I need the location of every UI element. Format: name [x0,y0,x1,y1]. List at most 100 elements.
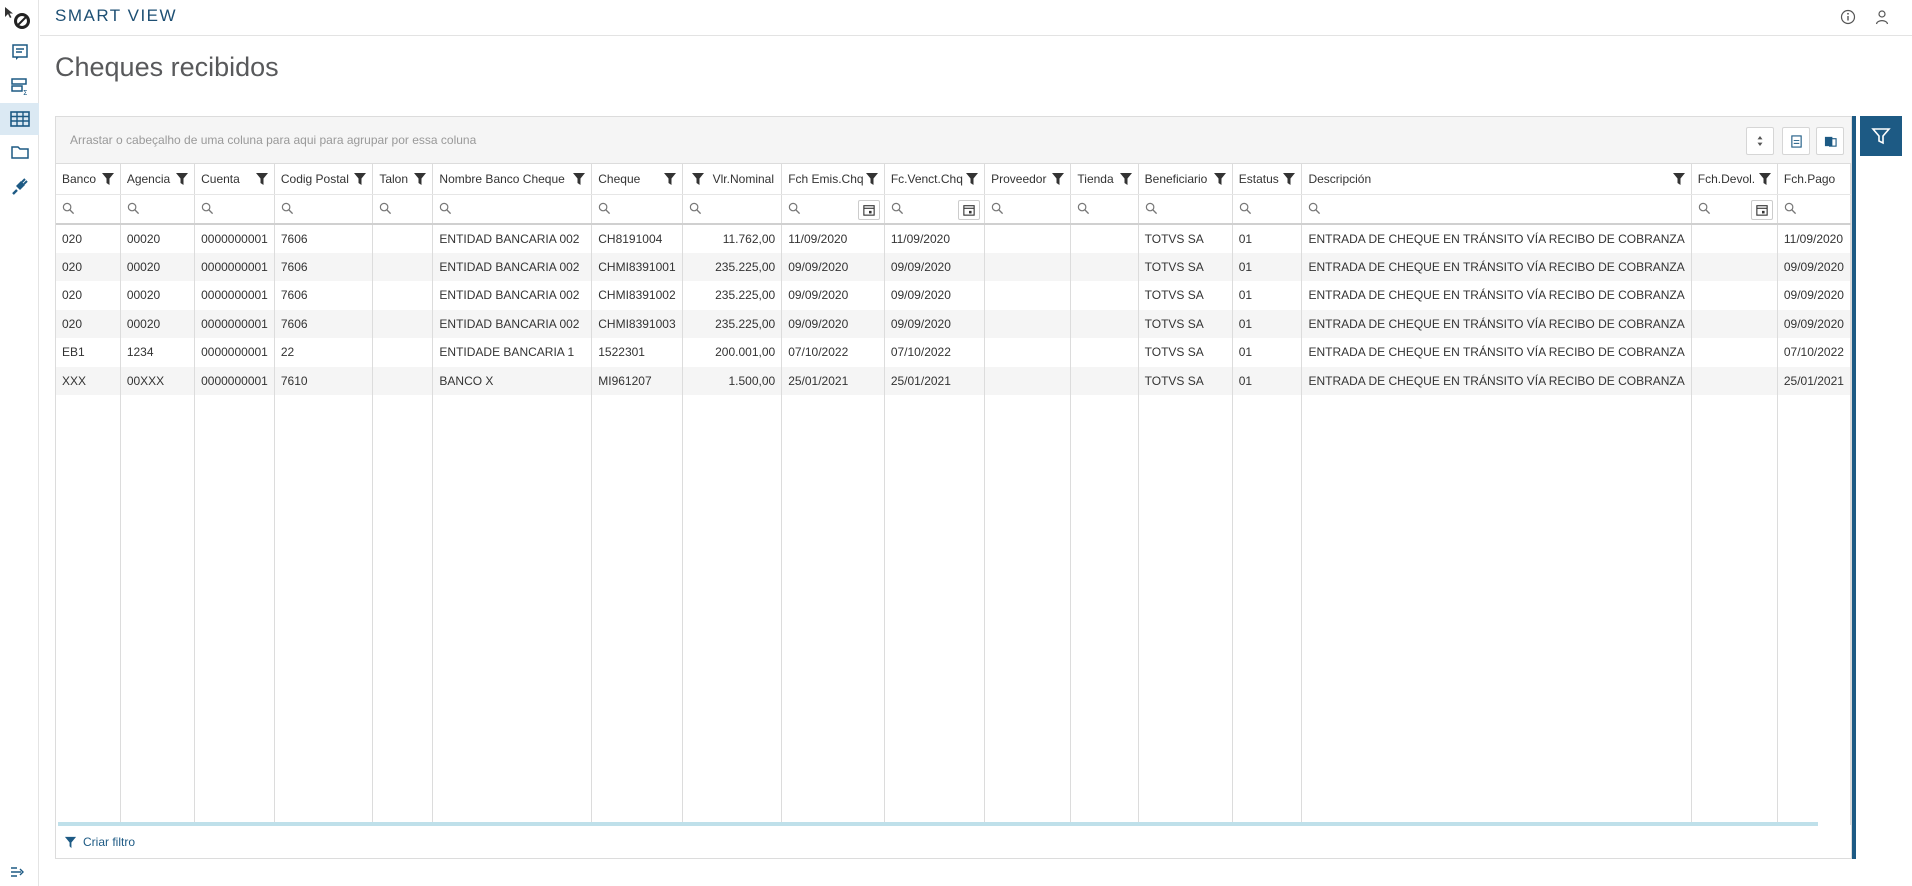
column-filter-cell[interactable] [1138,194,1233,225]
column-filter-icon[interactable] [1051,172,1065,186]
column-header[interactable]: Talon [372,164,434,195]
search-icon [201,202,215,216]
column-header-label: Estatus [1238,172,1279,187]
table-cell [372,338,434,367]
column-header[interactable]: Fch Emis.Chq [781,164,885,195]
column-filter-icon[interactable] [865,172,879,186]
column-filter-cell[interactable] [984,194,1072,225]
column-filter-cell[interactable] [1301,194,1692,225]
user-icon[interactable] [1871,6,1893,28]
column-filter-icon[interactable] [691,172,705,186]
column-filter-icon[interactable] [1672,172,1686,186]
column-filter-cell[interactable] [1232,194,1303,225]
create-filter-link[interactable]: Criar filtro [64,835,135,849]
column-filter-cell[interactable] [194,194,275,225]
column-header[interactable]: Banco [56,164,121,195]
column-header[interactable]: Vlr.Nominal [682,164,783,195]
table-row[interactable]: 020 00020 0000000001 7606 ENTIDAD BANCARIA 0… [56,224,1851,253]
sidebar-item-plugins[interactable] [0,170,39,202]
column-header[interactable]: Cuenta [194,164,275,195]
column-header-label: Descripción [1308,172,1372,187]
search-icon [281,202,295,216]
column-filter-icon[interactable] [101,172,115,186]
export-file-icon [1790,134,1802,148]
column-filter-cell[interactable] [1777,194,1851,225]
column-filter-cell[interactable] [274,194,374,225]
column-filter-cell[interactable] [372,194,434,225]
column-filter-icon[interactable] [1282,172,1296,186]
column-filter-icon[interactable] [1213,172,1227,186]
expand-sidebar-icon[interactable] [8,864,28,880]
column-header-label: Talon [379,172,409,187]
table-cell: 7606 [274,252,374,281]
group-by-panel[interactable]: Arrastar o cabeçalho de uma coluna para … [56,117,1851,164]
filter-panel-button[interactable] [1860,116,1902,156]
column-filter-icon[interactable] [255,172,269,186]
search-icon [788,202,802,216]
column-filter-cell[interactable] [120,194,196,225]
column-filter-cell[interactable] [781,194,885,225]
table-row[interactable]: 020 00020 0000000001 7606 ENTIDAD BANCARIA 0… [56,281,1851,310]
column-header[interactable]: Cheque [591,164,683,195]
column-header[interactable]: Fch.Devol. [1691,164,1778,195]
column-filter-cell[interactable] [1691,194,1778,225]
column-header-label: Codig Postal [280,172,349,187]
table-cell: 020 [56,281,121,310]
column-header[interactable]: Beneficiario [1138,164,1233,195]
horizontal-scrollbar[interactable] [58,822,1818,826]
sidebar-item-documents[interactable] [0,36,39,68]
table-row[interactable]: EB1 1234 0000000001 22 ENTIDADE BANCARIA 1 15… [56,338,1851,367]
data-grid: Arrastar o cabeçalho de uma coluna para … [55,116,1852,859]
column-header[interactable]: Fc.Venct.Chq [884,164,986,195]
search-icon [1145,202,1159,216]
sort-icon [1757,136,1763,146]
table-cell [372,309,434,338]
column-filter-cell[interactable] [591,194,683,225]
column-filter-icon[interactable] [175,172,189,186]
column-filter-icon[interactable] [413,172,427,186]
column-filter-icon[interactable] [572,172,586,186]
column-header[interactable]: Fch.Pago [1777,164,1851,195]
table-cell: 0000000001 [194,309,275,338]
plug-icon [11,178,28,195]
table-cell: 00XXX [120,366,196,395]
column-filter-cell[interactable] [682,194,783,225]
export-excel-button[interactable] [1816,127,1844,155]
column-header[interactable]: Codig Postal [274,164,374,195]
column-filter-icon[interactable] [965,172,979,186]
column-filter-cell[interactable] [432,194,593,225]
calendar-icon[interactable] [857,199,880,220]
column-chooser-button[interactable] [1746,127,1774,155]
column-filter-icon[interactable] [663,172,677,186]
column-header-label: Vlr.Nominal [712,172,774,187]
sidebar-item-folder[interactable] [0,136,39,168]
column-filter-icon[interactable] [353,172,367,186]
column-filter-cell[interactable] [884,194,986,225]
column-header[interactable]: Nombre Banco Cheque [432,164,593,195]
table-cell [984,281,1072,310]
column-header[interactable]: Agencia [120,164,196,195]
table-row[interactable]: 020 00020 0000000001 7606 ENTIDAD BANCARIA 0… [56,309,1851,338]
column-header-label: Fc.Venct.Chq [890,172,963,187]
column-header[interactable]: Estatus [1232,164,1303,195]
column-header[interactable]: Tienda [1070,164,1139,195]
table-cell: 09/09/2020 [884,252,986,281]
table-row[interactable]: XXX 00XXX 0000000001 7610 BANCO X MI961207 1.5… [56,366,1851,395]
column-header-label: Fch Emis.Chq [788,172,864,187]
table-cell: 11.762,00 [682,224,783,253]
export-button[interactable] [1782,127,1810,155]
calendar-icon[interactable] [958,199,981,220]
column-filter-icon[interactable] [1119,172,1133,186]
calendar-icon[interactable] [1750,199,1773,220]
app-logo-icon[interactable] [4,5,30,31]
column-header[interactable]: Proveedor [984,164,1072,195]
column-filter-icon[interactable] [1758,172,1772,186]
sidebar-item-summary[interactable]: Σ [0,70,39,102]
info-icon[interactable] [1837,6,1859,28]
header-row: Banco Agencia Cuenta Codig Postal Talon Nombr… [56,164,1851,195]
column-filter-cell[interactable] [56,194,121,225]
table-row[interactable]: 020 00020 0000000001 7606 ENTIDAD BANCARIA 0… [56,252,1851,281]
column-header[interactable]: Descripción [1301,164,1692,195]
sidebar-item-table[interactable] [0,103,39,135]
column-filter-cell[interactable] [1070,194,1139,225]
